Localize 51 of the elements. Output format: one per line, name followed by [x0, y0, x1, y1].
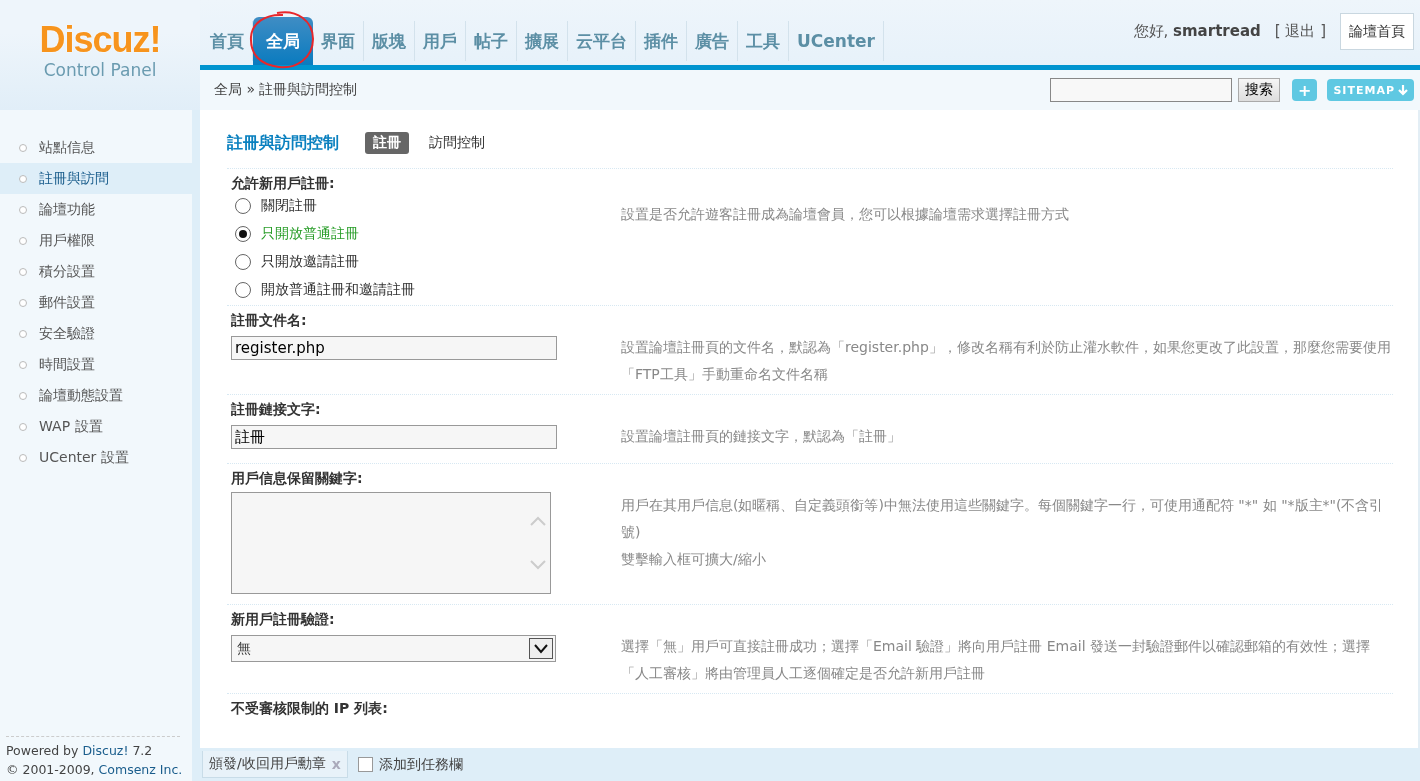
logo-subtitle: Control Panel [43, 60, 157, 80]
caret-icon [529, 638, 553, 659]
field-label: 註冊文件名: [231, 312, 308, 330]
sidebar-item[interactable]: 用戶權限 [0, 225, 192, 256]
logout-link[interactable]: [ 退出 ] [1274, 22, 1326, 41]
text-field[interactable]: register.php [231, 336, 557, 360]
field-description: 用戶在其用戶信息(如暱稱、自定義頭銜等)中無法使用這些關鍵字。每個關鍵字一行，可使用通配符 "*" 如 "*版主*"(不含引號) [621, 496, 1385, 542]
page-title: 註冊與訪問控制 [227, 132, 339, 154]
radio-option[interactable]: 關閉註冊 [235, 197, 621, 215]
product-link[interactable]: Discuz! [82, 743, 129, 758]
field-description: 設置是否允許遊客註冊成為論壇會員，您可以根據論壇需求選擇註冊方式 [621, 205, 1070, 224]
field-label: 用戶信息保留關鍵字: [231, 470, 364, 488]
add-to-taskbar-link[interactable]: 添加到任務欄 [357, 755, 463, 774]
field-description: 選擇「無」用戶可直接註冊成功；選擇「Email 驗證」將向用戶註冊 Email 發送一封驗證郵件以確認郵箱的有效性；選擇「人工審核」將由管理員人工逐個確定是否允許新用戶註冊 [621, 637, 1372, 683]
sidebar-item[interactable]: 註冊與訪問 [0, 163, 192, 194]
breadcrumb: 全局 » 註冊與訪問控制 [214, 81, 358, 99]
sidebar-item[interactable]: 論壇功能 [0, 194, 192, 225]
forum-home-button[interactable]: 論壇首頁 [1340, 13, 1414, 50]
search-field[interactable] [1050, 78, 1233, 102]
field-label: 新用戶註冊驗證: [231, 611, 336, 629]
sidebar-item[interactable]: 安全驗證 [0, 318, 192, 349]
radio-option[interactable]: 只開放邀請註冊 [235, 253, 621, 271]
field-label: 允許新用戶註冊: [231, 175, 336, 193]
sub-tab[interactable]: 訪問控制 [421, 132, 493, 154]
field-description: 雙擊輸入框可擴大/縮小 [621, 550, 767, 569]
field-label: 不受審核限制的 IP 列表: [231, 700, 389, 718]
field-description: 設置論壇註冊頁的鏈接文字，默認為「註冊」 [621, 427, 902, 446]
company-link[interactable]: Comsenz Inc. [98, 762, 183, 777]
sidebar-item[interactable]: WAP 設置 [0, 411, 192, 442]
task-item[interactable]: 頒發/收回用戶勳章 x [202, 751, 348, 778]
field-description: 設置論壇註冊頁的文件名，默認為「register.php」，修改名稱有利於防止灌水軟件，如果您更改了此設置，那麼您需要使用「FTP工具」手動重命名文件名稱 [621, 338, 1392, 384]
search-button[interactable]: 搜索 [1238, 78, 1281, 102]
sidebar-item[interactable]: 站點信息 [0, 132, 192, 163]
radio-option[interactable]: 開放普通註冊和邀請註冊 [235, 281, 621, 299]
sidebar-item[interactable]: 郵件設置 [0, 287, 192, 318]
field-label: 註冊鏈接文字: [231, 401, 322, 419]
sidebar-item[interactable]: 論壇動態設置 [0, 380, 192, 411]
sub-tab[interactable]: 註冊 [365, 132, 409, 154]
down-arrow-icon [1398, 84, 1408, 96]
sidebar-item[interactable]: UCenter 設置 [0, 442, 192, 473]
nav-tab[interactable]: 全局 [253, 17, 313, 65]
sidebar-item[interactable]: 積分設置 [0, 256, 192, 287]
logo-name: Discuz! [39, 22, 161, 58]
select-field[interactable]: 無 [231, 635, 556, 662]
user-greeting: 您好, smartread [1133, 22, 1261, 41]
radio-option[interactable]: 只開放普通註冊 [235, 225, 621, 243]
copyright-text: © 2001-2009, Comsenz Inc. [6, 762, 180, 777]
sidebar-item[interactable]: 時間設置 [0, 349, 192, 380]
powered-by-text: Powered by Discuz! 7.2 [6, 743, 154, 758]
textarea-field[interactable] [231, 492, 551, 594]
text-field[interactable]: 註冊 [231, 425, 557, 449]
